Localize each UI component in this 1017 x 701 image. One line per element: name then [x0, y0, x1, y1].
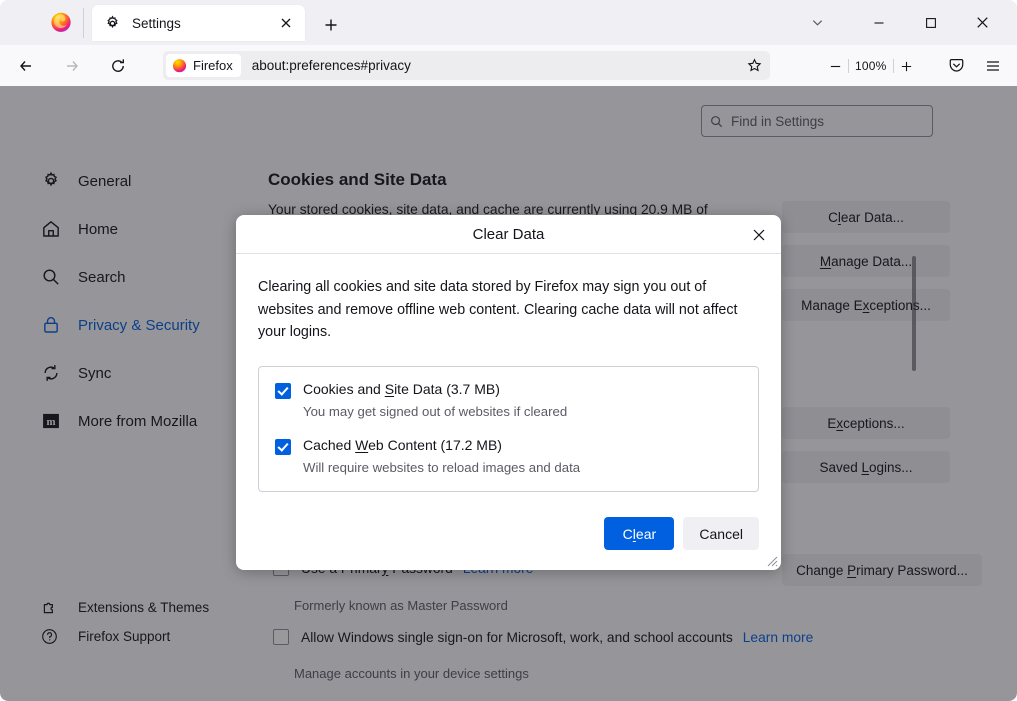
firefox-logo-icon-small — [172, 59, 187, 73]
gear-icon — [107, 14, 118, 28]
window-minimize-button[interactable] — [856, 0, 901, 45]
back-button[interactable] — [10, 50, 42, 82]
dialog-body: Clearing all cookies and site data store… — [236, 254, 781, 517]
url-chip-label: Firefox — [193, 58, 233, 73]
tab-settings[interactable]: Settings — [92, 5, 305, 41]
cache-option-sublabel: Will require websites to reload images a… — [303, 459, 581, 475]
url-identity-chip[interactable]: Firefox — [166, 54, 241, 77]
cookies-option-label: Cookies and Site Data (3.7 MB) — [303, 380, 500, 397]
cache-checkbox[interactable] — [275, 438, 291, 455]
reload-button[interactable] — [102, 50, 134, 82]
tabstrip-divider — [83, 8, 84, 38]
tab-strip: Settings — [0, 0, 1017, 45]
cancel-button-label: Cancel — [699, 525, 743, 542]
option-texts: Cached Web Content (17.2 MB) Will requir… — [303, 437, 580, 475]
option-cached-web-content[interactable]: Cached Web Content (17.2 MB) Will requir… — [275, 437, 742, 475]
cancel-button[interactable]: Cancel — [683, 517, 759, 550]
dialog-footer: Clear Cancel — [236, 517, 781, 570]
new-tab-button[interactable] — [317, 11, 345, 39]
clear-data-dialog: Clear Data Clearing all cookies and site… — [236, 215, 781, 570]
option-cookies-and-site-data[interactable]: Cookies and Site Data (3.7 MB) You may g… — [275, 381, 742, 419]
dialog-resize-grip[interactable] — [763, 552, 779, 568]
clear-button[interactable]: Clear — [604, 517, 675, 550]
tab-list-chevron-icon[interactable] — [795, 0, 840, 45]
window-close-button[interactable] — [960, 0, 1005, 45]
window-maximize-button[interactable] — [908, 0, 953, 45]
dialog-title: Clear Data — [472, 225, 545, 243]
zoom-out-button[interactable] — [822, 53, 848, 79]
dialog-titlebar: Clear Data — [236, 215, 781, 254]
cache-option-label: Cached Web Content (17.2 MB) — [303, 436, 502, 453]
cookies-option-sublabel: You may get signed out of websites if cl… — [303, 403, 568, 419]
hamburger-menu-button[interactable] — [978, 51, 1007, 80]
zoom-in-button[interactable] — [894, 53, 920, 79]
zoom-level-value[interactable]: 100% — [849, 59, 893, 73]
option-texts: Cookies and Site Data (3.7 MB) You may g… — [303, 381, 567, 419]
url-bar[interactable]: Firefox about:preferences#privacy — [163, 51, 770, 80]
firefox-logo-icon — [51, 12, 71, 32]
cookies-checkbox[interactable] — [275, 382, 291, 399]
clear-button-label: Clear — [622, 525, 657, 542]
tab-title: Settings — [132, 15, 181, 31]
bookmark-star-icon[interactable] — [741, 53, 767, 79]
tab-close-icon[interactable] — [275, 12, 297, 34]
zoom-controls: 100% — [822, 53, 920, 79]
forward-button[interactable] — [56, 50, 88, 82]
url-text[interactable]: about:preferences#privacy — [252, 58, 741, 73]
browser-window: Settings Firefox about:preferences#priva… — [0, 0, 1017, 701]
pocket-icon[interactable] — [942, 51, 971, 80]
dialog-close-icon[interactable] — [746, 222, 772, 248]
clear-options-group: Cookies and Site Data (3.7 MB) You may g… — [258, 365, 759, 492]
dialog-description: Clearing all cookies and site data store… — [258, 279, 738, 341]
